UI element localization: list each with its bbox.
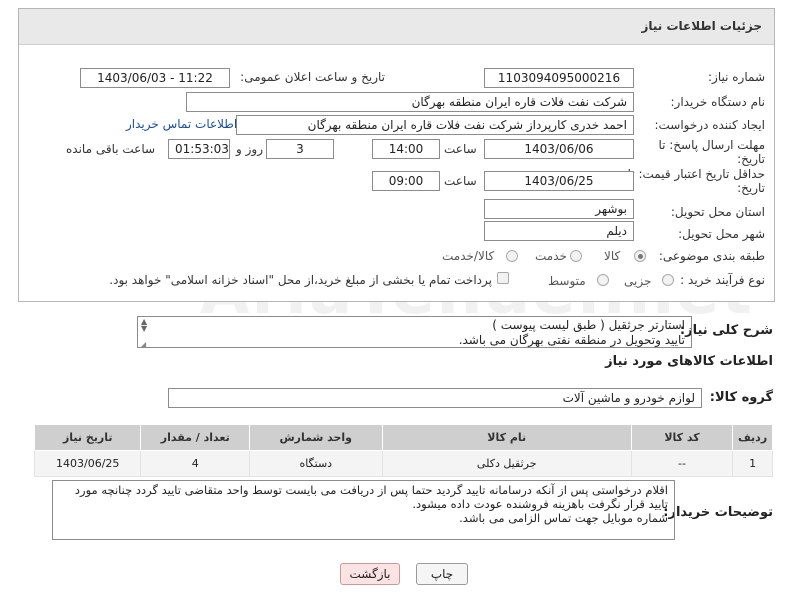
remaining-label: ساعت باقی مانده [66, 142, 156, 156]
scroll-arrows-icon[interactable]: ▲ ▼ [141, 318, 147, 333]
cell-code: -- [630, 450, 734, 477]
resize-grip-icon[interactable]: ◢ [140, 340, 146, 349]
panel-title: جزئیات اطلاعات نیاز [641, 19, 762, 33]
process-option-minor: جزیی [624, 274, 652, 288]
description-line-1: استارتر جرثقیل ( طبق لیست پیوست ) [492, 318, 685, 332]
goods-group-field: لوازم خودرو و ماشین آلات [168, 388, 702, 408]
days-label: روز و [236, 142, 263, 156]
col-qty: تعداد / مقدار [140, 424, 250, 451]
creator-label: ایجاد کننده درخواست: [654, 118, 765, 132]
remaining-time-field: 01:53:03 [168, 139, 230, 159]
buyer-label: نام دستگاه خریدار: [670, 95, 766, 109]
description-label: شرح کلی نیاز: [679, 323, 773, 338]
buyer-contact-link[interactable]: اطلاعات تماس خریدار [126, 117, 237, 131]
validity-date-field: 1403/06/25 [484, 171, 634, 191]
category-label: طبقه بندی موضوعی: [658, 249, 765, 263]
category-option-both: کالا/خدمت [442, 249, 495, 263]
category-option-goods: کالا [604, 249, 621, 263]
buyer-notes-line-2: تایید قرار نگرفت باهزینه فروشنده عودت دا… [412, 497, 668, 511]
goods-table-header: ردیف کد کالا نام کالا واحد شمارش تعداد /… [33, 424, 773, 451]
description-line-2: تایید وتحویل در منطقه نفتی بهرگان می باش… [458, 333, 685, 347]
need-number-field: 1103094095000216 [484, 68, 634, 88]
cell-qty: 4 [140, 450, 250, 477]
goods-section-title: اطلاعات کالاهای مورد نیاز [605, 354, 773, 369]
buyer-notes-textarea[interactable]: اقلام درخواستی پس از آنکه درسامانه تایید… [52, 480, 675, 540]
category-option-service: خدمت [535, 249, 567, 263]
announce-label: تاریخ و ساعت اعلان عمومی: [240, 70, 385, 84]
creator-field: احمد خدری کارپرداز شرکت نفت فلات قاره ای… [236, 115, 634, 135]
cell-name: جرثقیل دکلی [381, 450, 632, 477]
buyer-notes-line-1: اقلام درخواستی پس از آنکه درسامانه تایید… [74, 483, 668, 497]
treasury-payment-text: پرداخت تمام یا بخشی از مبلغ خرید،از محل … [109, 273, 492, 287]
days-remaining-field: 3 [266, 139, 334, 159]
col-row: ردیف [732, 424, 773, 451]
category-radio-both[interactable] [506, 250, 518, 262]
city-label: شهر محل تحویل: [678, 227, 765, 241]
col-name: نام کالا [381, 424, 632, 451]
treasury-payment-checkbox[interactable] [497, 272, 509, 284]
cell-date: 1403/06/25 [33, 450, 142, 477]
goods-table: ردیف کد کالا نام کالا واحد شمارش تعداد /… [33, 424, 773, 477]
back-button[interactable]: بازگشت [340, 563, 400, 585]
validity-label: حداقل تاریخ اعتبار قیمت: تا [627, 167, 765, 181]
print-button[interactable]: چاپ [416, 563, 468, 585]
table-row: 1 -- جرثقیل دکلی دستگاه 4 1403/06/25 [33, 450, 773, 477]
province-label: استان محل تحویل: [670, 205, 765, 219]
panel-header: جزئیات اطلاعات نیاز [19, 9, 774, 45]
goods-group-label: گروه کالا: [709, 390, 773, 405]
buyer-field: شرکت نفت فلات قاره ایران منطقه بهرگان [186, 92, 634, 112]
buyer-notes-line-3: شماره موبایل جهت تماس الزامی می باشد. [459, 511, 668, 525]
process-radio-medium[interactable] [597, 274, 609, 286]
cell-row: 1 [732, 450, 773, 477]
validity-time-field: 09:00 [372, 171, 440, 191]
deadline-time-field: 14:00 [372, 139, 440, 159]
validity-label-date: تاریخ: [737, 181, 765, 195]
process-option-medium: متوسط [548, 274, 586, 288]
col-code: کد کالا [630, 424, 734, 451]
category-radio-service[interactable] [570, 250, 582, 262]
validity-time-label: ساعت [444, 174, 477, 188]
col-unit: واحد شمارش [249, 424, 383, 451]
process-radio-minor[interactable] [662, 274, 674, 286]
cell-unit: دستگاه [249, 450, 383, 477]
col-date: تاریخ نیاز [33, 424, 142, 451]
process-label: نوع فرآیند خرید : [680, 273, 765, 287]
province-field: بوشهر [484, 199, 634, 219]
deadline-time-label: ساعت [444, 142, 477, 156]
category-radio-goods[interactable] [634, 250, 646, 262]
deadline-label-date: تاریخ: [737, 152, 765, 166]
city-field: دیلم [484, 221, 634, 241]
need-number-label: شماره نیاز: [708, 70, 765, 84]
announce-field: 1403/06/03 - 11:22 [80, 68, 230, 88]
deadline-date-field: 1403/06/06 [484, 139, 634, 159]
deadline-label: مهلت ارسال پاسخ: تا [658, 138, 765, 152]
description-textarea[interactable]: استارتر جرثقیل ( طبق لیست پیوست ) تایید … [137, 316, 692, 348]
buyer-notes-label: توضیحات خریدار: [663, 505, 773, 520]
